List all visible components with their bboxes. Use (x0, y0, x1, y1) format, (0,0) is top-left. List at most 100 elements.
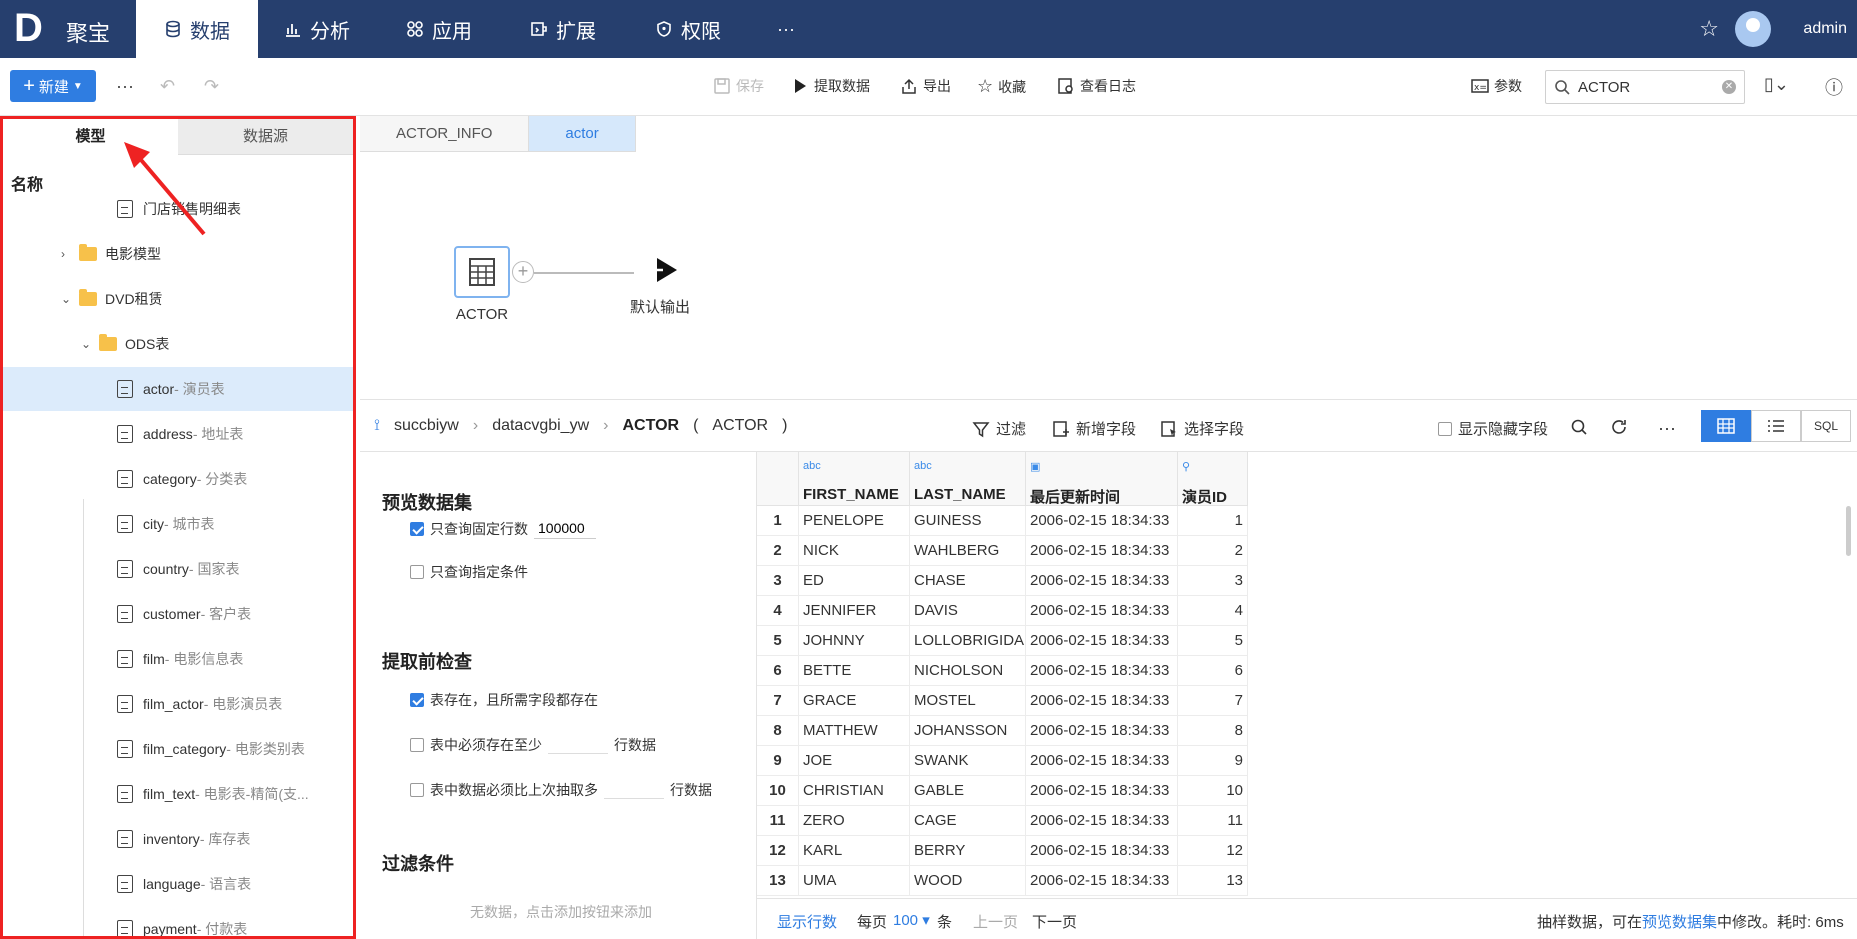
more-rows-input[interactable] (604, 781, 664, 799)
nav-tab-apps[interactable]: 应用 (406, 0, 472, 58)
layout-toggle-icon[interactable]: ▯⌄ (1764, 74, 1789, 95)
tree-folder[interactable]: ⌄ ODS表 (3, 322, 353, 366)
add-step-icon[interactable]: + (512, 261, 534, 283)
more-options-icon[interactable]: ··· (1658, 418, 1676, 439)
params-button[interactable]: x= 参数 (1471, 76, 1522, 96)
column-header[interactable]: abc FIRST_NAME (799, 452, 910, 506)
table-cell: DAVIS (910, 596, 1026, 626)
preview-dataset-link[interactable]: 预览数据集 (1642, 914, 1717, 931)
tree-table-item[interactable]: address - 地址表 (3, 412, 353, 456)
tree-item-name: language (143, 876, 201, 892)
tree-table-item[interactable]: payment - 付款表 (3, 907, 353, 936)
table-exists-option: 表存在，且所需字段都存在 (410, 690, 598, 710)
fixed-rows-checkbox[interactable] (410, 521, 424, 536)
table-row[interactable]: 4 JENNIFER DAVIS 2006-02-15 18:34:33 4 (757, 596, 1337, 626)
show-hidden-fields[interactable]: 显示隐藏字段 (1438, 418, 1548, 439)
export-button[interactable]: 导出 (900, 76, 951, 96)
table-row[interactable]: 8 MATTHEW JOHANSSON 2006-02-15 18:34:33 8 (757, 716, 1337, 746)
tree-table-item[interactable]: actor - 演员表 (3, 367, 353, 411)
nav-tab-extend[interactable]: 扩展 (530, 0, 596, 58)
table-row[interactable]: 11 ZERO CAGE 2006-02-15 18:34:33 11 (757, 806, 1337, 836)
tree-table-item[interactable]: city - 城市表 (3, 502, 353, 546)
search-box[interactable]: ✕ (1545, 70, 1745, 104)
column-header[interactable]: ⚲ 演员ID (1178, 452, 1248, 506)
add-field-button[interactable]: 新增字段 (1052, 418, 1136, 439)
tab-actor-info[interactable]: ACTOR_INFO (360, 116, 530, 152)
source-node[interactable]: ACTOR (454, 246, 510, 323)
redo-icon[interactable]: ↷ (204, 76, 219, 97)
column-header[interactable]: abc LAST_NAME (910, 452, 1026, 506)
min-rows-input[interactable] (548, 736, 608, 754)
table-row[interactable]: 2 NICK WAHLBERG 2006-02-15 18:34:33 2 (757, 536, 1337, 566)
grid-view-icon[interactable] (1701, 410, 1751, 442)
table-row[interactable]: 1 PENELOPE GUINESS 2006-02-15 18:34:33 1 (757, 506, 1337, 536)
tree-table-item[interactable]: language - 语言表 (3, 862, 353, 906)
table-row[interactable]: 13 UMA WOOD 2006-02-15 18:34:33 13 (757, 866, 1337, 896)
min-rows-checkbox[interactable] (410, 738, 424, 752)
app-logo[interactable]: D (14, 8, 43, 48)
fixed-rows-input[interactable] (534, 518, 596, 539)
breadcrumb-item[interactable]: datacvgbi_yw (492, 417, 589, 435)
search-icon (1555, 80, 1570, 95)
view-log-button[interactable]: 查看日志 (1057, 76, 1136, 96)
filter-button[interactable]: 过滤 (972, 418, 1026, 439)
tree-folder[interactable]: ⌄ DVD租赁 (3, 277, 353, 321)
nav-tab-permissions[interactable]: 权限 (655, 0, 721, 58)
table-row[interactable]: 10 CHRISTIAN GABLE 2006-02-15 18:34:33 10 (757, 776, 1337, 806)
tree-table-item[interactable]: category - 分类表 (3, 457, 353, 501)
show-rows-link[interactable]: 显示行数 (777, 911, 837, 932)
avatar[interactable] (1735, 11, 1771, 47)
nav-tab-analysis[interactable]: 分析 (284, 0, 350, 58)
new-button[interactable]: + 新建 ▼ (10, 70, 96, 102)
search-input[interactable] (1578, 78, 1714, 96)
chevron-down-icon[interactable]: ⌄ (81, 337, 95, 351)
toolbar-more-button[interactable]: ··· (116, 76, 134, 97)
breadcrumb-item[interactable]: succbiyw (394, 417, 459, 435)
column-header[interactable]: ▣ 最后更新时间 (1026, 452, 1178, 506)
select-field-button[interactable]: 选择字段 (1160, 418, 1244, 439)
clear-icon[interactable]: ✕ (1722, 80, 1736, 94)
condition-checkbox[interactable] (410, 565, 424, 579)
search-icon[interactable] (1570, 418, 1588, 436)
table-row[interactable]: 6 BETTE NICHOLSON 2006-02-15 18:34:33 6 (757, 656, 1337, 686)
list-view-icon[interactable] (1751, 410, 1801, 442)
star-icon[interactable]: ☆ (1699, 16, 1719, 42)
sql-view-button[interactable]: SQL (1801, 410, 1851, 442)
chevron-right-icon[interactable]: › (61, 247, 75, 261)
more-rows-checkbox[interactable] (410, 783, 424, 797)
tree-table-item[interactable]: country - 国家表 (3, 547, 353, 591)
save-button[interactable]: 保存 (713, 76, 764, 96)
tree-table-item[interactable]: inventory - 库存表 (3, 817, 353, 861)
favorite-button[interactable]: ☆ 收藏 (977, 76, 1026, 97)
table-row[interactable]: 7 GRACE MOSTEL 2006-02-15 18:34:33 7 (757, 686, 1337, 716)
table-row[interactable]: 5 JOHNNY LOLLOBRIGIDA 2006-02-15 18:34:33 5 (757, 626, 1337, 656)
nav-tab-data[interactable]: 数据 (136, 0, 258, 58)
row-number-header (757, 452, 799, 506)
extract-data-button[interactable]: 提取数据 (791, 76, 870, 96)
tree-table-item[interactable]: film_category - 电影类别表 (3, 727, 353, 771)
tree-table-item[interactable]: film - 电影信息表 (3, 637, 353, 681)
table-row[interactable]: 3 ED CHASE 2006-02-15 18:34:33 3 (757, 566, 1337, 596)
tab-actor[interactable]: actor (529, 116, 636, 152)
page-size-select[interactable]: 100 ▾ (893, 911, 930, 929)
tree-table-item[interactable]: film_text - 电影表-精简(支... (3, 772, 353, 816)
scrollbar[interactable] (1846, 506, 1851, 556)
show-hidden-checkbox[interactable] (1438, 421, 1452, 436)
table-row[interactable]: 9 JOE SWANK 2006-02-15 18:34:33 9 (757, 746, 1337, 776)
breadcrumb-alias[interactable]: ACTOR (712, 417, 768, 435)
table-exists-checkbox[interactable] (410, 693, 424, 707)
output-node[interactable]: 默认输出 (630, 256, 690, 317)
undo-icon[interactable]: ↶ (160, 76, 175, 97)
row-number: 6 (757, 656, 799, 686)
tree-table-item[interactable]: film_actor - 电影演员表 (3, 682, 353, 726)
refresh-icon[interactable] (1610, 418, 1628, 436)
breadcrumb-separator: › (472, 417, 479, 434)
next-page-button[interactable]: 下一页 (1032, 911, 1077, 932)
prev-page-button[interactable]: 上一页 (973, 911, 1018, 932)
info-icon[interactable]: ⓘ (1825, 74, 1843, 100)
chevron-down-icon[interactable]: ⌄ (61, 292, 75, 306)
nav-more-button[interactable]: ··· (777, 0, 795, 58)
username[interactable]: admin (1803, 20, 1847, 38)
tree-table-item[interactable]: customer - 客户表 (3, 592, 353, 636)
table-row[interactable]: 12 KARL BERRY 2006-02-15 18:34:33 12 (757, 836, 1337, 866)
